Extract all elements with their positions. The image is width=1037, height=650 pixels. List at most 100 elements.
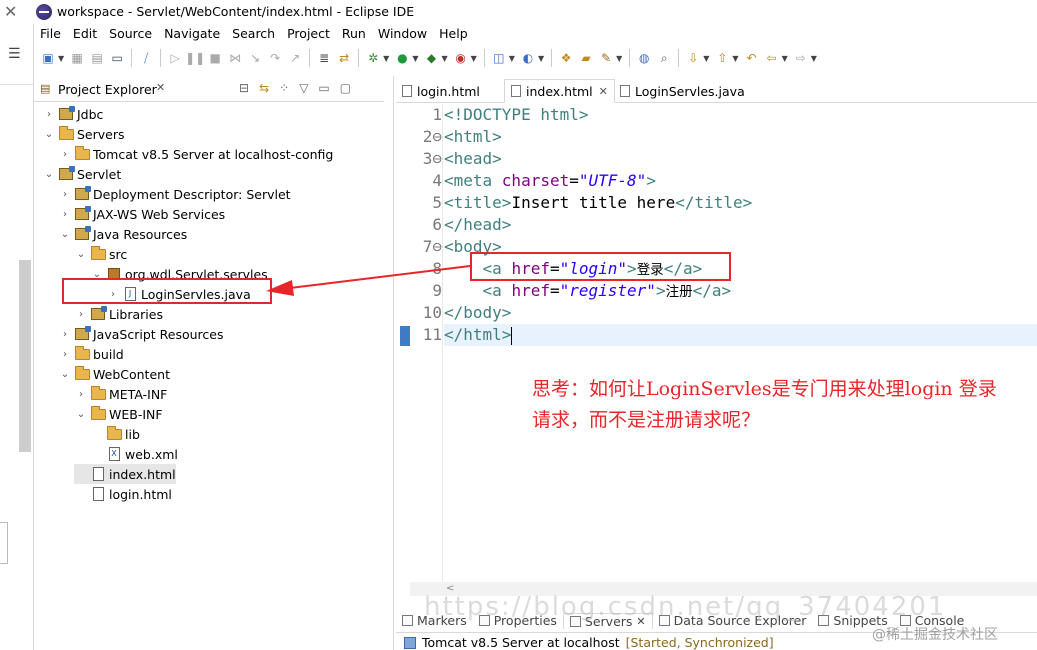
- external-tools-icon[interactable]: ◉: [452, 49, 470, 67]
- link-with-editor-icon[interactable]: ⇆: [259, 81, 269, 95]
- tree-item[interactable]: lib: [90, 424, 140, 444]
- new-server-dropdown-icon[interactable]: ▼: [509, 54, 515, 63]
- menu-help[interactable]: Help: [433, 26, 474, 41]
- tree-item[interactable]: ⌄ Servlet: [42, 164, 121, 184]
- tree-item[interactable]: › Libraries: [74, 304, 163, 324]
- close-icon[interactable]: ✕: [156, 81, 165, 94]
- forward-dropdown-icon[interactable]: ▼: [811, 54, 817, 63]
- tree-item[interactable]: Xweb.xml: [90, 444, 178, 464]
- step-return-icon[interactable]: ↗: [286, 49, 304, 67]
- tree-item[interactable]: ⌄ WebContent: [58, 364, 170, 384]
- tree-item[interactable]: › Tomcat v8.5 Server at localhost-config: [58, 144, 333, 164]
- run-icon[interactable]: ●: [393, 49, 411, 67]
- collapse-all-icon[interactable]: ⊟: [239, 81, 249, 95]
- tree-item[interactable]: › JAX-WS Web Services: [58, 204, 225, 224]
- chevron-right-icon[interactable]: ›: [58, 149, 72, 160]
- chevron-right-icon[interactable]: ›: [58, 349, 72, 360]
- minimize-icon[interactable]: ▭: [318, 81, 329, 95]
- tab-index-html[interactable]: index.html ✕: [504, 79, 615, 103]
- suspend-icon[interactable]: ❚❚: [185, 49, 205, 67]
- menu-source[interactable]: Source: [103, 26, 158, 41]
- chevron-right-icon[interactable]: ›: [58, 329, 72, 340]
- skip-breakpoints-icon[interactable]: ⧸: [137, 49, 155, 67]
- next-annotation-dropdown-icon[interactable]: ▼: [703, 54, 709, 63]
- step-into-icon[interactable]: ↘: [246, 49, 264, 67]
- tree-item[interactable]: › Deployment Descriptor: Servlet: [58, 184, 291, 204]
- view-menu-icon[interactable]: ▽: [299, 81, 308, 95]
- prev-annotation-dropdown-icon[interactable]: ▼: [732, 54, 738, 63]
- chevron-right-icon[interactable]: ›: [42, 109, 56, 120]
- tree-item[interactable]: index.html: [74, 464, 176, 484]
- tree-item[interactable]: ⌄ Java Resources: [58, 224, 187, 244]
- menu-file[interactable]: File: [34, 26, 67, 41]
- chevron-down-icon[interactable]: ⌄: [74, 249, 88, 260]
- forward-icon[interactable]: ⇨: [792, 49, 810, 67]
- format-icon[interactable]: ≣: [315, 49, 333, 67]
- tab-loginservles-java[interactable]: LoginServles.java: [620, 79, 745, 103]
- disconnect-icon[interactable]: ⋈: [226, 49, 244, 67]
- tree-item[interactable]: › JavaScript Resources: [58, 324, 223, 344]
- tree-item[interactable]: ⌄ Servers: [42, 124, 125, 144]
- menu-edit[interactable]: Edit: [67, 26, 103, 41]
- chevron-down-icon[interactable]: ⌄: [42, 129, 56, 140]
- terminal-icon[interactable]: ▭: [108, 49, 126, 67]
- tree-item[interactable]: › build: [58, 344, 124, 364]
- menu-run[interactable]: Run: [336, 26, 372, 41]
- new-java-icon[interactable]: ◐: [519, 49, 537, 67]
- debug-dropdown-icon[interactable]: ▼: [383, 54, 389, 63]
- chevron-right-icon[interactable]: ›: [74, 309, 88, 320]
- chevron-down-icon[interactable]: ⌄: [58, 229, 72, 240]
- project-explorer-tab[interactable]: ▤ Project Explorer ✕ ⊟ ⇆ ⁘ ▽ ▭ ▢: [34, 76, 384, 102]
- chevron-down-icon[interactable]: ⌄: [42, 169, 56, 180]
- last-edit-icon[interactable]: ↶: [743, 49, 761, 67]
- step-over-icon[interactable]: ↷: [266, 49, 284, 67]
- tree-item[interactable]: › Jdbc: [42, 104, 103, 124]
- chevron-right-icon[interactable]: ›: [74, 389, 88, 400]
- chevron-right-icon[interactable]: ›: [58, 189, 72, 200]
- maximize-icon[interactable]: ▢: [340, 81, 351, 95]
- tree-item[interactable]: › META-INF: [74, 384, 167, 404]
- tree-item[interactable]: ⌄ src: [74, 244, 127, 264]
- menu-icon[interactable]: ☰: [8, 46, 21, 62]
- chevron-right-icon[interactable]: ›: [58, 209, 72, 220]
- menu-navigate[interactable]: Navigate: [158, 26, 226, 41]
- coverage-dropdown-icon[interactable]: ▼: [441, 54, 447, 63]
- server-row[interactable]: Tomcat v8.5 Server at localhost [Started…: [404, 635, 774, 650]
- tree-item[interactable]: login.html: [74, 484, 172, 504]
- save-all-icon[interactable]: ▤: [88, 49, 106, 67]
- new-java-dropdown-icon[interactable]: ▼: [538, 54, 544, 63]
- external-tools-dropdown-icon[interactable]: ▼: [471, 54, 477, 63]
- save-icon[interactable]: ▦: [68, 49, 86, 67]
- globe-icon[interactable]: ◍: [635, 49, 653, 67]
- team-icon[interactable]: ⇄: [335, 49, 353, 67]
- debug-icon[interactable]: ✲: [364, 49, 382, 67]
- run-dropdown-icon[interactable]: ▼: [412, 54, 418, 63]
- filters-icon[interactable]: ⁘: [279, 81, 289, 95]
- chevron-down-icon[interactable]: ⌄: [74, 409, 88, 420]
- next-annotation-icon[interactable]: ⇩: [684, 49, 702, 67]
- tree-item[interactable]: ⌄ WEB-INF: [74, 404, 163, 424]
- new-icon[interactable]: ▣: [39, 49, 57, 67]
- open-type-icon[interactable]: ❖: [557, 49, 575, 67]
- menu-window[interactable]: Window: [372, 26, 433, 41]
- menu-project[interactable]: Project: [281, 26, 336, 41]
- open-task-icon[interactable]: ✎: [597, 49, 615, 67]
- back-dropdown-icon[interactable]: ▼: [782, 54, 788, 63]
- task-dropdown-icon[interactable]: ▼: [616, 54, 622, 63]
- terminate-icon[interactable]: ■: [206, 49, 224, 67]
- open-folder-icon[interactable]: ▰: [577, 49, 595, 67]
- prev-annotation-icon[interactable]: ⇧: [713, 49, 731, 67]
- back-icon[interactable]: ⇦: [763, 49, 781, 67]
- menu-search[interactable]: Search: [226, 26, 281, 41]
- coverage-icon[interactable]: ◆: [422, 49, 440, 67]
- resume-icon[interactable]: ▷: [166, 49, 184, 67]
- new-server-icon[interactable]: ◫: [490, 49, 508, 67]
- new-dropdown-icon[interactable]: ▼: [58, 54, 64, 63]
- scrollbar[interactable]: [19, 260, 31, 452]
- close-icon[interactable]: ✕: [4, 2, 17, 21]
- close-icon[interactable]: ✕: [599, 85, 608, 98]
- chevron-down-icon[interactable]: ⌄: [58, 369, 72, 380]
- minimized-panel[interactable]: [0, 522, 8, 564]
- search-icon[interactable]: ⌕: [655, 49, 673, 67]
- tab-login-html[interactable]: login.html: [402, 79, 480, 103]
